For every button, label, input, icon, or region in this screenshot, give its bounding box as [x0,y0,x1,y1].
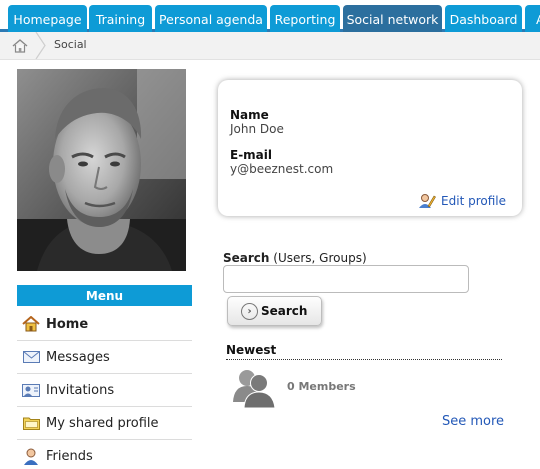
folder-icon [22,414,40,432]
tab-label: Social network [346,11,439,27]
breadcrumb-home[interactable] [0,32,40,59]
edit-profile-label: Edit profile [441,194,506,208]
profile-photo [17,69,186,271]
search-button[interactable]: › Search [227,296,322,326]
top-navigation: Homepage Training Personal agenda Report… [0,0,540,33]
email-label: E-mail [230,148,273,162]
menu-item-invitations[interactable]: Invitations [17,374,192,407]
tab-dashboard[interactable]: Dashboard [445,5,522,33]
menu-item-home[interactable]: Home [17,308,192,341]
tab-personal-agenda[interactable]: Personal agenda [155,5,267,33]
tab-overflow[interactable]: A [525,5,540,33]
tab-homepage[interactable]: Homepage [8,5,87,33]
tab-label: Homepage [13,11,82,27]
breadcrumb: Social [0,32,540,60]
menu-item-label: Home [46,316,89,332]
home-icon [22,315,40,333]
breadcrumb-current: Social [54,38,87,51]
edit-profile-icon [419,194,436,208]
menu-item-my-shared-profile[interactable]: My shared profile [17,407,192,440]
chevron-right-icon: › [241,302,258,320]
search-input[interactable] [223,265,469,293]
tab-label: Dashboard [449,11,518,27]
menu-item-friends[interactable]: Friends [17,440,192,469]
tab-label: A [536,12,540,27]
newest-title: Newest [226,343,277,357]
see-more-link[interactable]: See more [442,414,504,429]
search-label-bold: Search [223,251,270,265]
tab-social-network[interactable]: Social network [343,5,442,33]
tab-training[interactable]: Training [89,5,152,33]
name-value: John Doe [230,122,284,136]
friend-icon [22,447,40,465]
divider [226,359,502,360]
menu-header: Menu [17,285,192,306]
group-icon [233,370,276,409]
edit-profile-link[interactable]: Edit profile [418,192,506,210]
menu-item-label: Invitations [46,382,115,398]
tab-reporting[interactable]: Reporting [270,5,340,33]
search-button-label: Search [261,304,308,318]
home-icon [12,38,28,53]
tab-label: Training [95,11,146,27]
menu-item-messages[interactable]: Messages [17,341,192,374]
tab-label: Personal agenda [159,11,263,27]
tab-label: Reporting [274,11,336,27]
profile-card: Name John Doe E-mail y@beeznest.com Edit… [218,80,522,216]
search-label: Search (Users, Groups) [223,251,367,265]
envelope-icon [22,348,40,366]
menu-item-label: Messages [46,349,110,365]
breadcrumb-separator [35,32,46,59]
menu-item-label: Friends [46,448,93,464]
search-label-hint: (Users, Groups) [269,251,367,265]
name-label: Name [230,108,269,122]
menu-item-label: My shared profile [46,415,159,431]
member-count: 0 Members [287,380,356,393]
invitation-icon [22,381,40,399]
email-value: y@beeznest.com [230,162,334,176]
